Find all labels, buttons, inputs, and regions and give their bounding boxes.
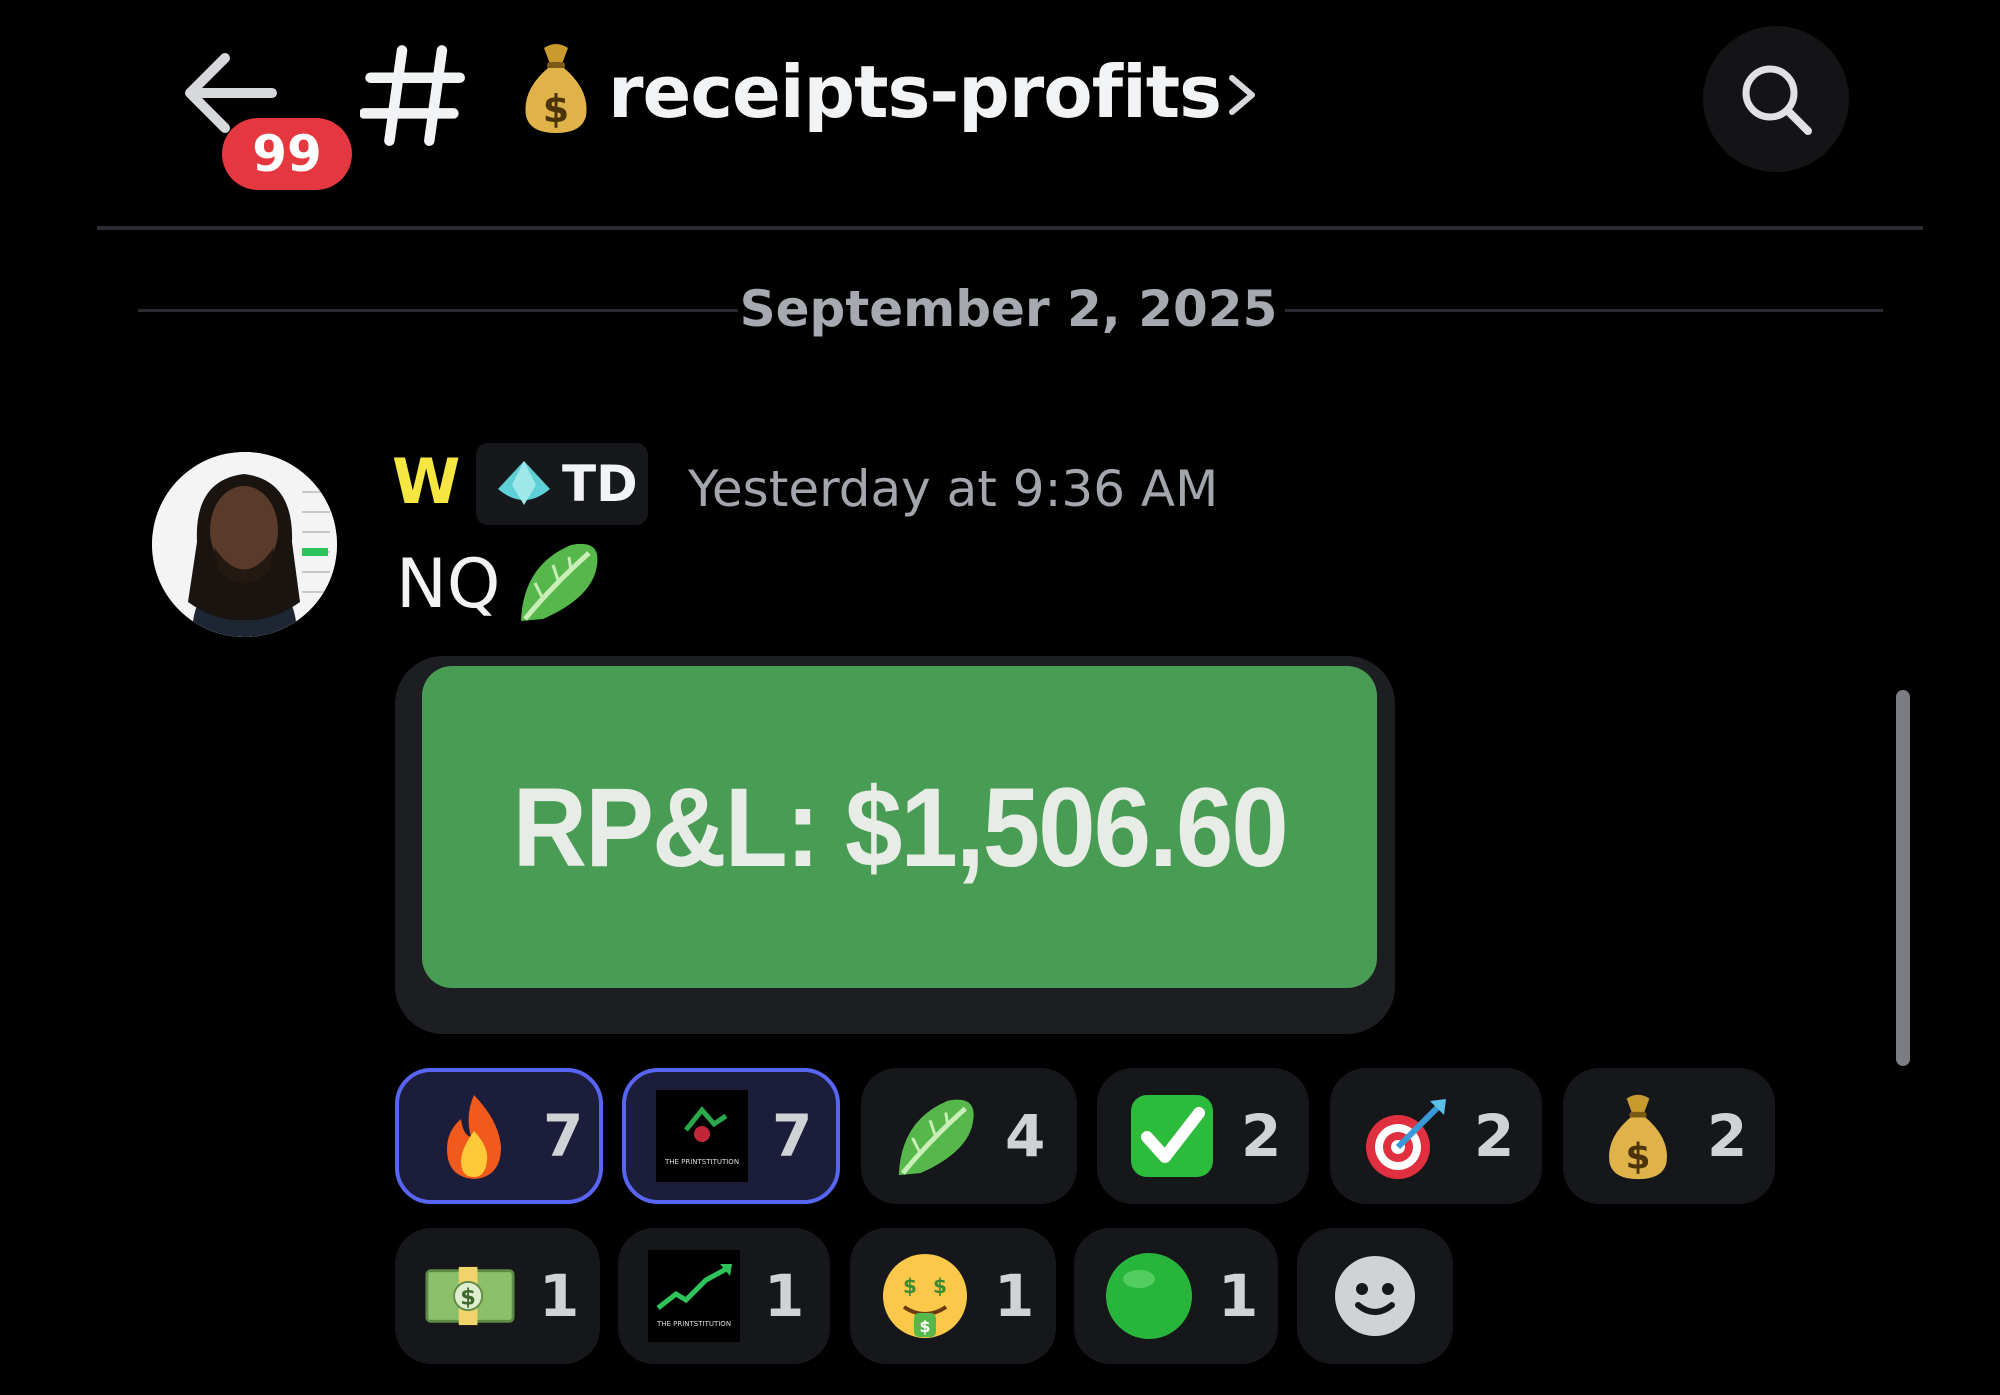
pnl-text: RP&L: $1,506.60 [512,764,1288,890]
reaction-printstitution[interactable]: THE PRINTSTITUTION 7 [622,1068,840,1204]
svg-text:$: $ [903,1274,917,1298]
scrollbar[interactable] [1896,690,1910,1066]
reaction-check-mark[interactable]: 2 [1097,1068,1309,1204]
leafy-green-icon [521,543,598,621]
dollar-banknote-icon: $ [425,1266,515,1326]
reaction-green-circle[interactable]: 1 [1074,1228,1278,1364]
reaction-fire[interactable]: 7 [395,1068,603,1204]
green-circle-icon [1106,1253,1192,1339]
svg-text:$: $ [460,1284,476,1310]
role-tag[interactable]: TD [476,443,648,525]
svg-text:$: $ [919,1317,930,1336]
image-attachment[interactable]: RP&L: $1,506.60 [422,666,1377,988]
channel-title[interactable]: receipts-profits [608,42,1222,142]
svg-text:THE PRINTSTITUTION: THE PRINTSTITUTION [656,1320,731,1328]
avatar[interactable] [152,452,337,637]
header-divider [97,226,1923,230]
reaction-leafy-green[interactable]: 4 [861,1068,1077,1204]
reaction-dollar-banknote[interactable]: $ 1 [395,1228,600,1364]
chevron-right-icon[interactable] [1222,70,1262,120]
date-divider: September 2, 2025 [739,280,1278,338]
date-divider-line-left [138,309,738,312]
add-reaction-icon [1335,1256,1415,1336]
reaction-count: 1 [764,1262,805,1330]
printstitution-chart-logo: THE PRINTSTITUTION [648,1250,740,1342]
direct-hit-icon [1366,1099,1446,1179]
svg-text:$: $ [543,87,569,131]
svg-text:$: $ [933,1274,947,1298]
reaction-direct-hit[interactable]: 2 [1330,1068,1542,1204]
date-divider-line-right [1285,309,1883,312]
author-name[interactable]: W [392,445,460,518]
reaction-money-bag[interactable]: $ 2 [1563,1068,1775,1204]
reaction-count: 2 [1241,1102,1282,1170]
reaction-count: 1 [994,1262,1035,1330]
search-icon [1742,65,1812,135]
reaction-count: 1 [1218,1262,1259,1330]
svg-text:$: $ [1625,1137,1650,1178]
search-button[interactable] [1703,26,1849,172]
reaction-printstitution-chart[interactable]: THE PRINTSTITUTION 1 [618,1228,830,1364]
message-timestamp: Yesterday at 9:36 AM [688,460,1219,518]
reaction-count: 7 [543,1102,584,1170]
money-mouth-face-icon: $ $ $ [883,1254,967,1338]
printstitution-logo: THE PRINTSTITUTION [656,1090,748,1182]
reaction-count: 1 [539,1262,580,1330]
add-reaction-button[interactable] [1297,1228,1453,1364]
unread-badge: 99 [222,118,352,190]
reaction-count: 2 [1707,1102,1748,1170]
message-text: NQ [396,545,501,624]
diamond-icon [498,461,550,505]
check-mark-button-icon [1131,1095,1213,1177]
leafy-green-icon [898,1099,974,1176]
role-tag-label: TD [562,455,638,513]
svg-text:THE PRINTSTITUTION: THE PRINTSTITUTION [664,1158,739,1166]
reaction-money-mouth-face[interactable]: $ $ $ 1 [850,1228,1056,1364]
money-bag-icon: $ [525,44,587,133]
hash-icon [360,45,465,146]
reaction-count: 7 [772,1102,813,1170]
reaction-count: 2 [1474,1102,1515,1170]
money-bag-icon: $ [1609,1094,1667,1180]
reaction-count: 4 [1005,1102,1046,1170]
fire-icon [447,1095,501,1179]
